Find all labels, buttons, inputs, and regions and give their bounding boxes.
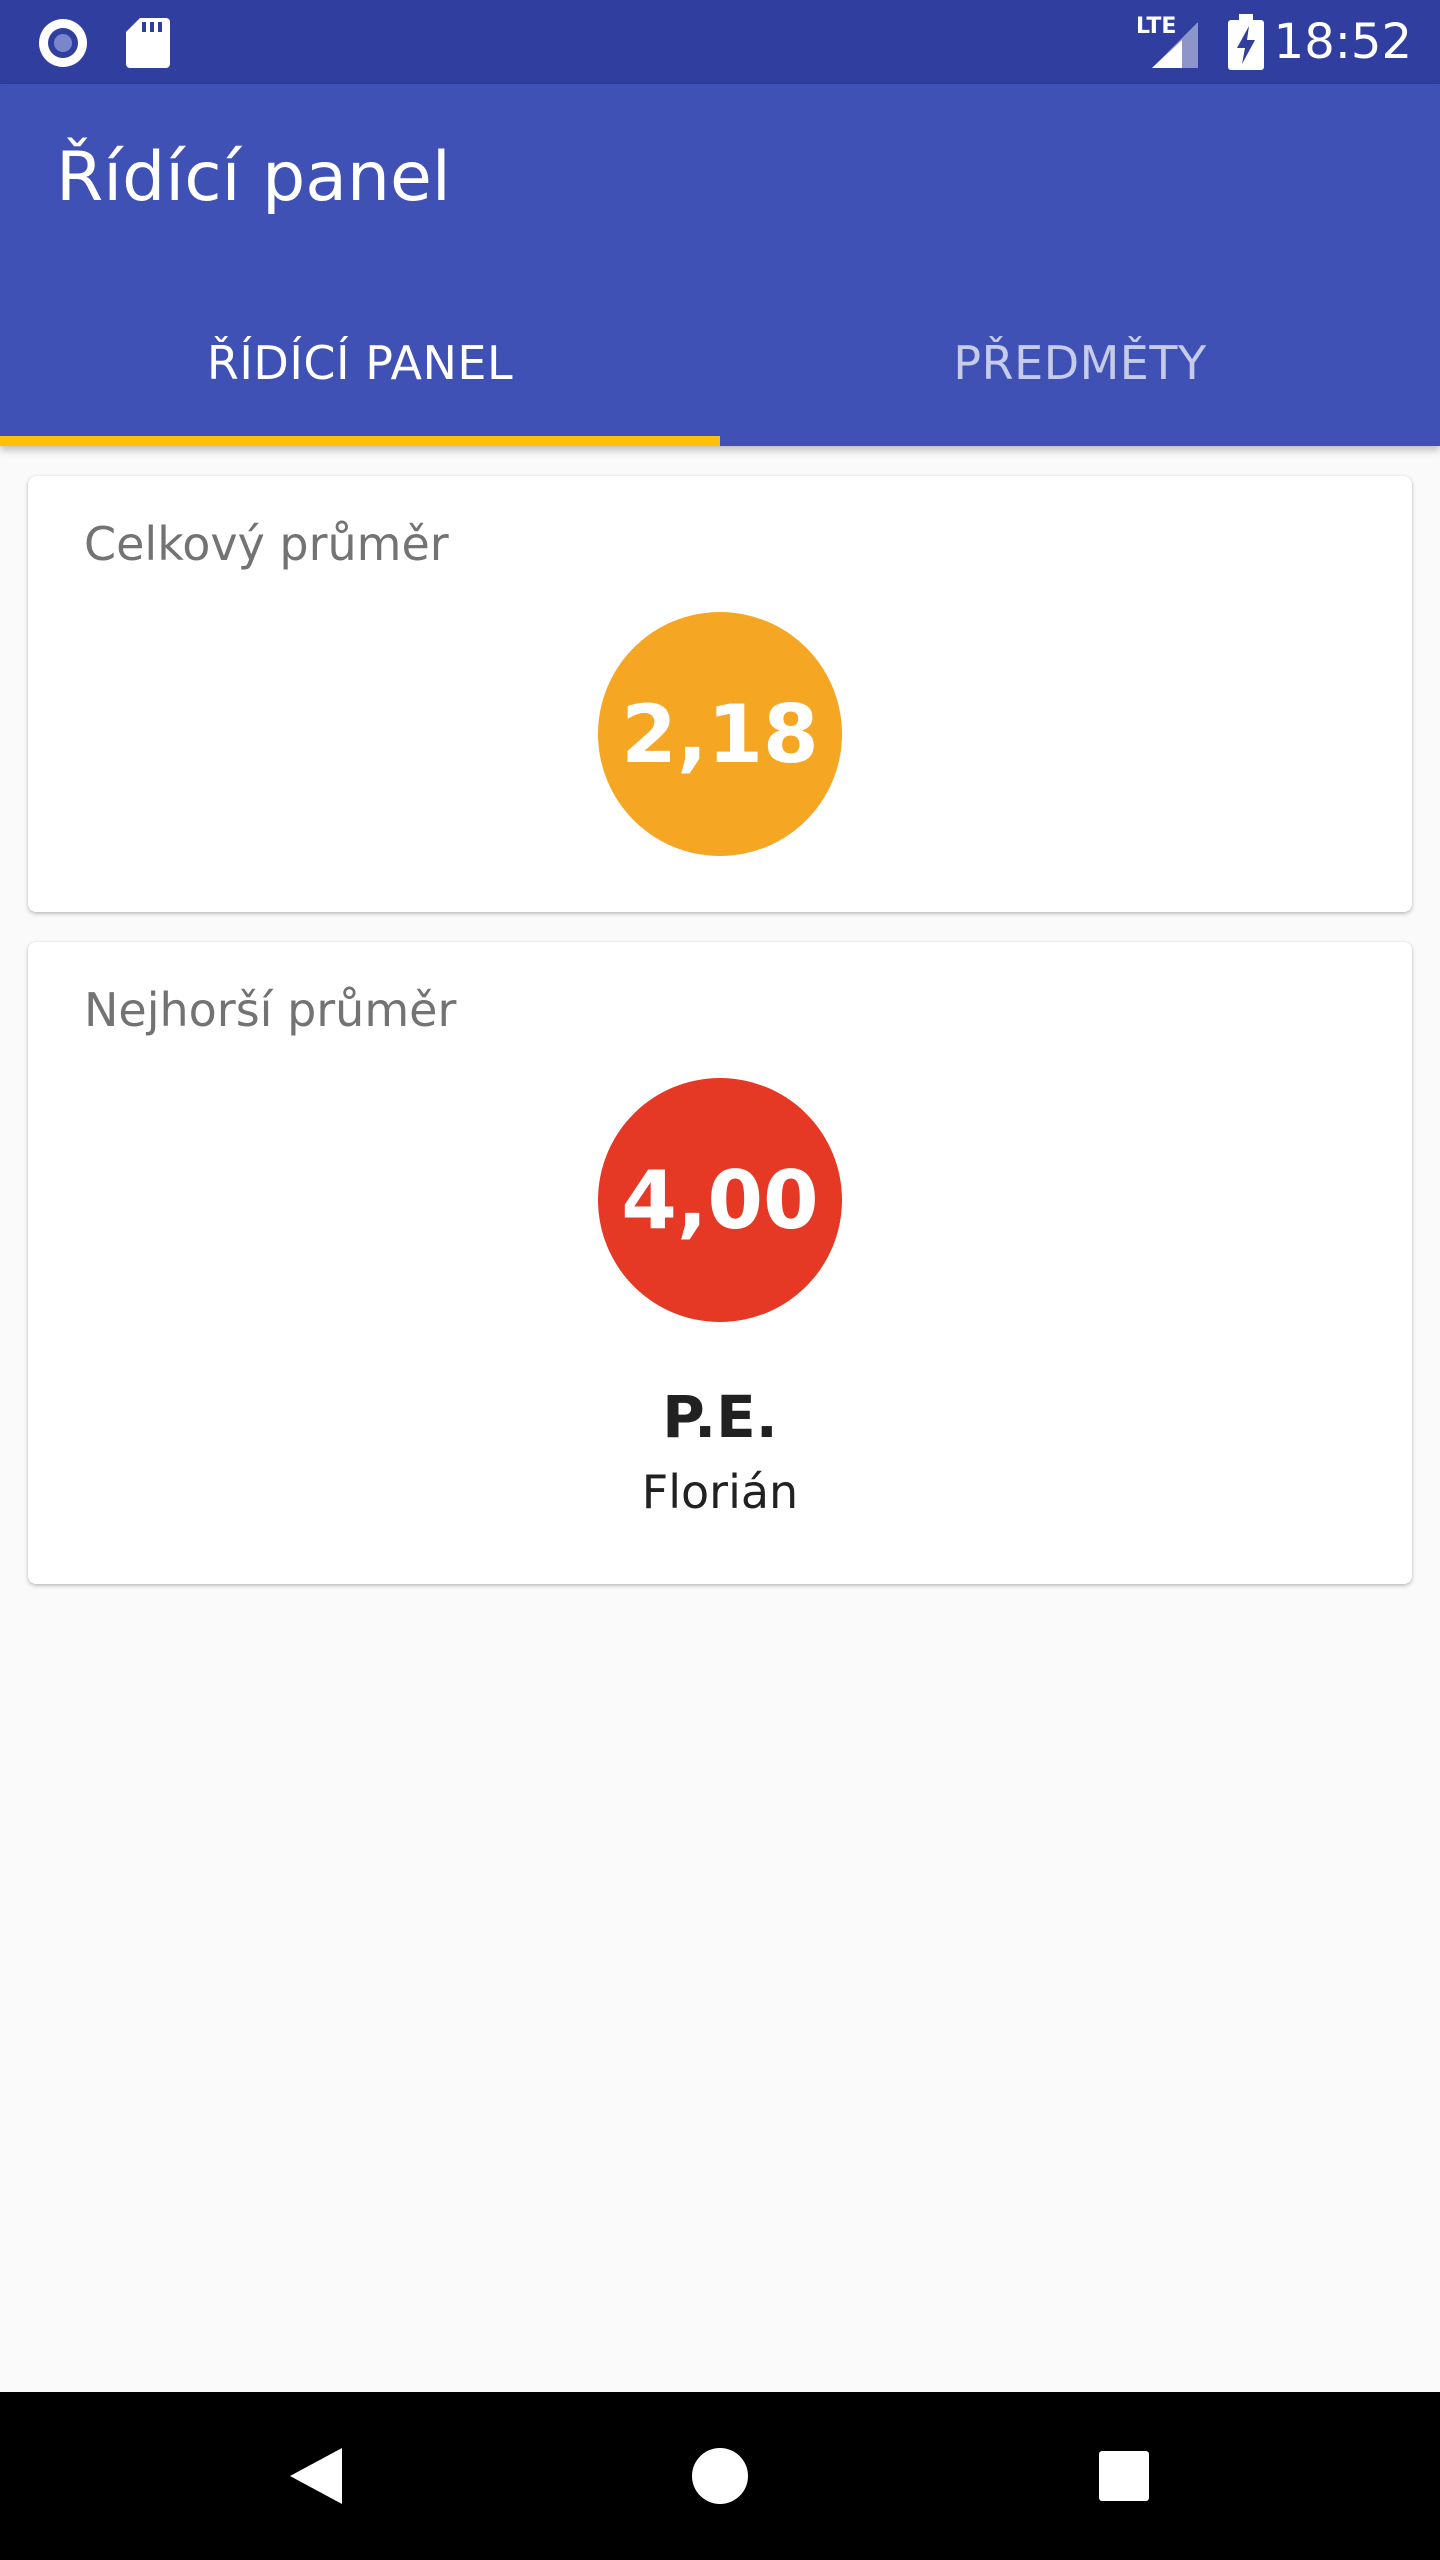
back-icon [290, 2448, 342, 2504]
signal-lte-icon: LTE [1136, 14, 1202, 70]
tab-label: PŘEDMĚTY [953, 336, 1207, 390]
worst-average-badge: 4,00 [598, 1078, 842, 1322]
overall-average-badge: 2,18 [598, 612, 842, 856]
circle-notification-icon [36, 16, 90, 74]
worst-average-card[interactable]: Nejhorší průměr 4,00 P.E. Florián [28, 942, 1412, 1584]
status-bar: LTE 18:52 [0, 0, 1440, 84]
subject-teacher: Florián [641, 1465, 799, 1519]
overall-average-value: 2,18 [621, 687, 819, 781]
recents-button[interactable] [1084, 2436, 1164, 2516]
tab-indicator [0, 436, 720, 446]
app-bar: Řídící panel ŘÍDÍCÍ PANEL PŘEDMĚTY [0, 84, 1440, 446]
tab-bar: ŘÍDÍCÍ PANEL PŘEDMĚTY [0, 280, 1440, 446]
tab-subjects[interactable]: PŘEDMĚTY [720, 280, 1440, 446]
tab-dashboard[interactable]: ŘÍDÍCÍ PANEL [0, 280, 720, 446]
home-icon [692, 2448, 748, 2504]
status-time: 18:52 [1273, 14, 1412, 70]
overall-average-card[interactable]: Celkový průměr 2,18 [28, 476, 1412, 912]
card-title: Celkový průměr [84, 517, 449, 571]
sd-card-icon [126, 16, 170, 72]
home-button[interactable] [680, 2436, 760, 2516]
battery-charging-icon [1228, 14, 1264, 74]
back-button[interactable] [276, 2436, 356, 2516]
tab-label: ŘÍDÍCÍ PANEL [206, 336, 514, 390]
navigation-bar [0, 2392, 1440, 2560]
app-title: Řídící panel [56, 138, 451, 217]
recents-icon [1099, 2451, 1149, 2501]
worst-average-value: 4,00 [621, 1153, 819, 1247]
subject-name: P.E. [662, 1383, 778, 1451]
card-title: Nejhorší průměr [84, 983, 457, 1037]
